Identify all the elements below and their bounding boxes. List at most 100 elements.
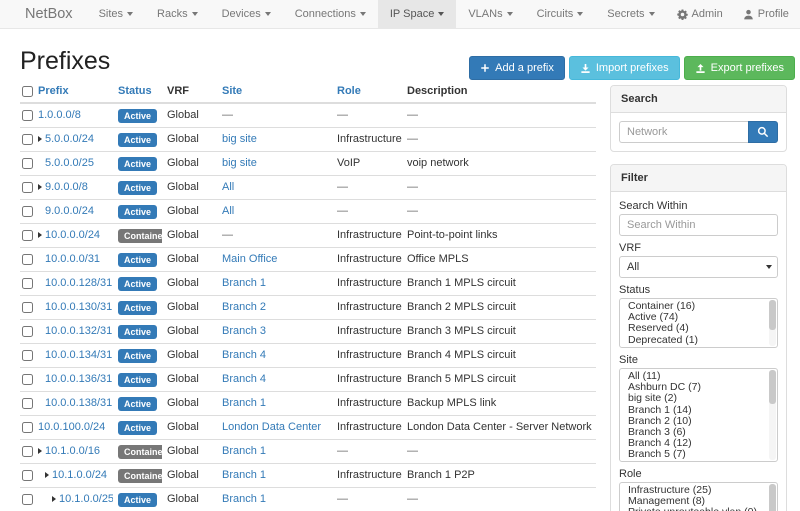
site-link[interactable]: Branch 3 [222, 325, 266, 337]
prefix-cell: 10.0.0.138/31 [33, 392, 113, 416]
import-prefixes-button[interactable]: Import prefixes [569, 56, 680, 80]
site-link[interactable]: Branch 4 [222, 373, 266, 385]
prefix-link[interactable]: 10.0.0.138/31 [45, 397, 112, 409]
prefix-link[interactable]: 10.1.0.0/25 [59, 493, 113, 505]
prefix-link[interactable]: 10.0.0.134/31 [45, 349, 112, 361]
nav-item-admin[interactable]: Admin [667, 0, 733, 28]
filter-option[interactable]: Deprecated (1) [620, 335, 777, 346]
site-scrollbar-thumb[interactable] [769, 370, 776, 404]
prefix-link[interactable]: 10.0.100.0/24 [38, 421, 105, 433]
filter-option[interactable]: Reserved (4) [620, 323, 777, 334]
prefix-link[interactable]: 10.1.0.0/16 [45, 445, 100, 457]
filter-option[interactable]: big site (2) [620, 393, 777, 404]
site-link[interactable]: Branch 4 [222, 349, 266, 361]
filter-option[interactable]: COLO-1-2A (3) [620, 461, 777, 462]
prefix-link[interactable]: 5.0.0.0/25 [45, 157, 94, 169]
site-link[interactable]: Main Office [222, 253, 277, 265]
row-checkbox[interactable] [22, 422, 33, 433]
site-link[interactable]: All [222, 205, 234, 217]
site-link[interactable]: Branch 2 [222, 301, 266, 313]
prefix-link[interactable]: 5.0.0.0/24 [45, 133, 94, 145]
nav-item-ip-space[interactable]: IP Space [378, 0, 456, 28]
search-input[interactable] [619, 121, 748, 143]
row-checkbox[interactable] [22, 110, 33, 121]
search-panel: Search [610, 85, 787, 152]
status-badge: Active [118, 133, 157, 147]
table-row: 10.0.0.128/31ActiveGlobalBranch 1Infrast… [20, 272, 596, 296]
search-within-input[interactable] [619, 214, 778, 236]
row-checkbox[interactable] [22, 182, 33, 193]
site-cell: — [217, 224, 332, 248]
select-all-checkbox[interactable] [22, 86, 33, 97]
site-link[interactable]: Branch 1 [222, 469, 266, 481]
column-header-role[interactable]: Role [332, 81, 402, 103]
search-within-label: Search Within [619, 200, 778, 212]
site-link[interactable]: All [222, 181, 234, 193]
table-row: 1.0.0.0/8ActiveGlobal——— [20, 103, 596, 128]
row-checkbox[interactable] [22, 374, 33, 385]
nav-item-racks[interactable]: Racks [145, 0, 210, 28]
filter-option[interactable]: Branch 5 (7) [620, 449, 777, 460]
column-header-site[interactable]: Site [217, 81, 332, 103]
nav-item-secrets[interactable]: Secrets [595, 0, 666, 28]
prefix-link[interactable]: 10.0.0.130/31 [45, 301, 112, 313]
vrf-select[interactable]: All [619, 256, 778, 278]
filter-panel-title: Filter [611, 165, 786, 192]
status-scrollbar-thumb[interactable] [769, 300, 776, 330]
site-link[interactable]: Branch 1 [222, 445, 266, 457]
column-header-description: Description [402, 81, 596, 103]
prefix-link[interactable]: 10.0.0.132/31 [45, 325, 112, 337]
prefix-link[interactable]: 9.0.0.0/8 [45, 181, 88, 193]
prefix-link[interactable]: 10.0.0.128/31 [45, 277, 112, 289]
empty-marker: — [337, 181, 348, 193]
prefix-link[interactable]: 10.0.0.136/31 [45, 373, 112, 385]
nav-item-vlans[interactable]: VLANs [456, 0, 524, 28]
prefix-link[interactable]: 10.0.0.0/24 [45, 229, 100, 241]
row-checkbox[interactable] [22, 278, 33, 289]
row-checkbox[interactable] [22, 446, 33, 457]
row-checkbox[interactable] [22, 470, 33, 481]
nav-item-label: Profile [758, 8, 789, 20]
search-button[interactable] [748, 121, 778, 143]
site-link[interactable]: big site [222, 157, 257, 169]
export-prefixes-button[interactable]: Export prefixes [684, 56, 795, 80]
filter-option[interactable]: Private unrouteable vlan (0) [620, 507, 777, 511]
site-link[interactable]: Branch 1 [222, 493, 266, 505]
prefix-link[interactable]: 9.0.0.0/24 [45, 205, 94, 217]
column-header-status[interactable]: Status [113, 81, 162, 103]
row-checkbox[interactable] [22, 158, 33, 169]
nav-item-connections[interactable]: Connections [283, 0, 378, 28]
empty-marker: — [407, 445, 418, 457]
empty-marker: — [337, 109, 348, 121]
nav-item-devices[interactable]: Devices [210, 0, 283, 28]
role-scrollbar-thumb[interactable] [769, 484, 776, 511]
site-link[interactable]: London Data Center [222, 421, 321, 433]
row-checkbox[interactable] [22, 230, 33, 241]
row-checkbox[interactable] [22, 206, 33, 217]
row-checkbox[interactable] [22, 254, 33, 265]
row-checkbox[interactable] [22, 494, 33, 505]
row-checkbox[interactable] [22, 398, 33, 409]
role-cell: Infrastructure [332, 224, 402, 248]
column-header-prefix[interactable]: Prefix [33, 81, 113, 103]
prefix-cell: 10.1.0.0/25 [33, 488, 113, 511]
row-checkbox[interactable] [22, 302, 33, 313]
prefix-link[interactable]: 10.1.0.0/24 [52, 469, 107, 481]
site-link[interactable]: Branch 1 [222, 277, 266, 289]
row-checkbox[interactable] [22, 350, 33, 361]
row-checkbox[interactable] [22, 326, 33, 337]
empty-marker: — [407, 133, 418, 145]
page-actions: Add a prefixImport prefixesExport prefix… [469, 56, 795, 80]
brand-logo[interactable]: NetBox [0, 0, 87, 28]
prefix-link[interactable]: 10.0.0.0/31 [45, 253, 100, 265]
site-link[interactable]: big site [222, 133, 257, 145]
prefix-link[interactable]: 1.0.0.0/8 [38, 109, 81, 121]
add-a-prefix-button[interactable]: Add a prefix [469, 56, 565, 80]
description-cell: Branch 5 MPLS circuit [402, 368, 596, 392]
nav-item-circuits[interactable]: Circuits [525, 0, 596, 28]
nav-item-sites[interactable]: Sites [87, 0, 145, 28]
status-badge: Active [118, 301, 157, 315]
row-checkbox[interactable] [22, 134, 33, 145]
site-link[interactable]: Branch 1 [222, 397, 266, 409]
nav-item-profile[interactable]: Profile [733, 0, 799, 28]
